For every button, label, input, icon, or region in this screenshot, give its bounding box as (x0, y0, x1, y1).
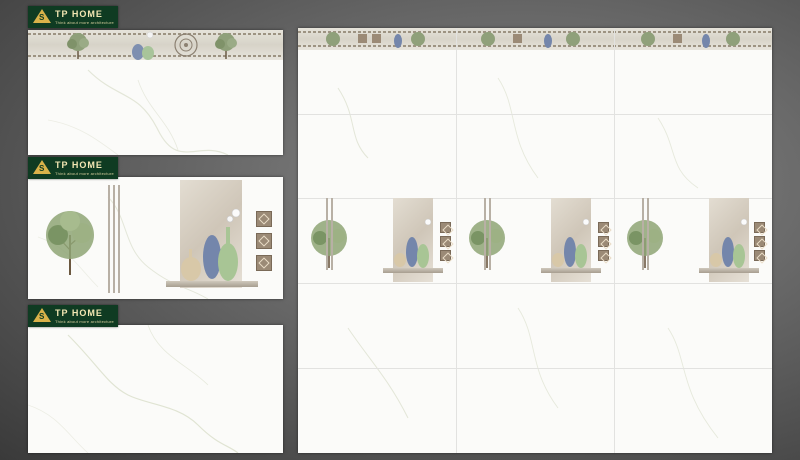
vase-icon (552, 218, 590, 268)
medallion-icon (174, 33, 198, 57)
tree-icon (67, 33, 89, 59)
grout-line (298, 114, 772, 115)
logo-tagline: Think about more architecture (55, 20, 114, 25)
vertical-lines (484, 198, 494, 270)
logo-letter: S (39, 13, 45, 22)
border-strip-ornaments (326, 32, 740, 48)
ornament-square (440, 250, 451, 261)
brand-logo: S TP HOME Think about more architecture (28, 305, 118, 327)
ornament-square (754, 222, 765, 233)
logo-tagline: Think about more architecture (55, 171, 114, 176)
marble-texture (28, 325, 239, 453)
vase-icon (181, 208, 241, 281)
brand-logo: S TP HOME Think about more architecture (28, 157, 118, 179)
logo-tagline: Think about more architecture (55, 319, 114, 324)
grout-line (298, 283, 772, 284)
ornament-square (440, 236, 451, 247)
ornament-square (754, 250, 765, 261)
ornament-square (440, 222, 451, 233)
sample-plain-tile (28, 325, 283, 453)
feature-row (298, 198, 772, 283)
vertical-lines (108, 185, 120, 293)
vase-icon (132, 31, 154, 60)
wall-layout-preview (298, 28, 772, 453)
logo-brand-name: TP HOME (55, 160, 103, 170)
logo-letter: S (39, 312, 45, 321)
logo-brand-name: TP HOME (55, 308, 103, 318)
ornament-square (598, 236, 609, 247)
logo-brand-name: TP HOME (55, 9, 103, 19)
grout-line (298, 368, 772, 369)
tree-icon (46, 211, 94, 275)
ornament-square (256, 233, 272, 249)
tree-icon (215, 33, 237, 59)
sample-border-tile (28, 30, 283, 155)
vertical-lines (642, 198, 652, 270)
vase-icon (710, 218, 748, 268)
brand-logo: S TP HOME Think about more architecture (28, 6, 118, 28)
logo-letter: S (39, 164, 45, 173)
ornament-square (256, 211, 272, 227)
ornament-square (256, 255, 272, 271)
ornament-square (754, 236, 765, 247)
vase-icon (394, 218, 432, 268)
ornament-square (598, 222, 609, 233)
ornament-square (598, 250, 609, 261)
sample-feature-tile (28, 177, 283, 299)
vertical-lines (326, 198, 336, 270)
